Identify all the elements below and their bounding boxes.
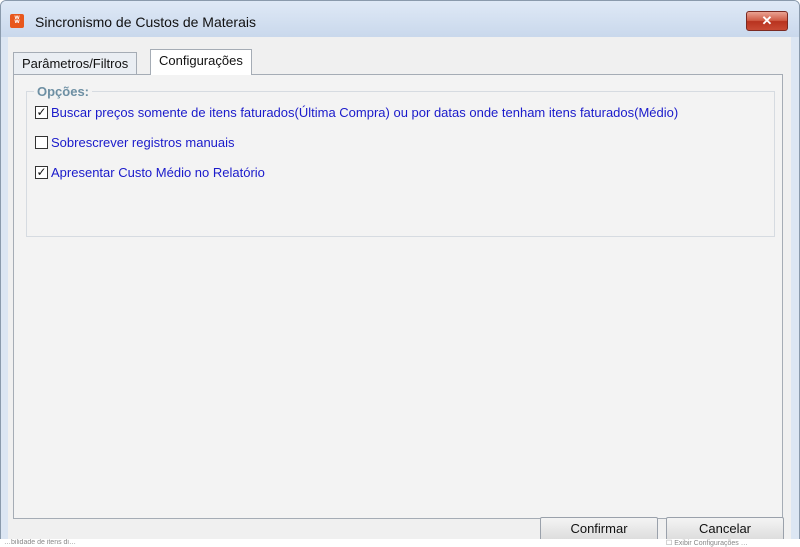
window-title: Sincronismo de Custos de Materais bbox=[35, 14, 256, 30]
option-label[interactable]: Sobrescrever registros manuais bbox=[51, 135, 235, 150]
options-group-title: Opções: bbox=[34, 84, 93, 99]
background-strip: …bilidade de itens di… ☐ Exibir Configur… bbox=[0, 539, 800, 547]
checkbox-buscar-precos[interactable]: ✓ bbox=[35, 106, 48, 119]
tab-parametros-filtros[interactable]: Parâmetros/Filtros bbox=[13, 52, 138, 74]
app-icon: ʬ bbox=[10, 14, 24, 28]
checkbox-sobrescrever-registros[interactable] bbox=[35, 136, 48, 149]
dialog-window: ʬ Sincronismo de Custos de Materais ✕ Pa… bbox=[0, 0, 800, 547]
cancel-button[interactable]: Cancelar bbox=[666, 517, 784, 541]
option-label[interactable]: Buscar preços somente de itens faturados… bbox=[51, 105, 678, 120]
background-text-left: …bilidade de itens di… bbox=[4, 539, 76, 546]
checkbox-apresentar-custo-medio[interactable]: ✓ bbox=[35, 166, 48, 179]
option-label[interactable]: Apresentar Custo Médio no Relatório bbox=[51, 165, 265, 180]
confirm-button[interactable]: Confirmar bbox=[540, 517, 658, 541]
options-group: Opções: ✓ Buscar preços somente de itens… bbox=[26, 84, 775, 237]
tab-panel-configuracoes: Opções: ✓ Buscar preços somente de itens… bbox=[13, 74, 783, 519]
close-button[interactable]: ✕ bbox=[746, 11, 788, 31]
client-area: Parâmetros/Filtros Configurações Opções:… bbox=[8, 37, 791, 543]
title-bar[interactable]: ʬ Sincronismo de Custos de Materais ✕ bbox=[1, 1, 799, 37]
background-text-right: ☐ Exibir Configurações … bbox=[666, 540, 748, 547]
tab-configuracoes[interactable]: Configurações bbox=[150, 49, 252, 75]
